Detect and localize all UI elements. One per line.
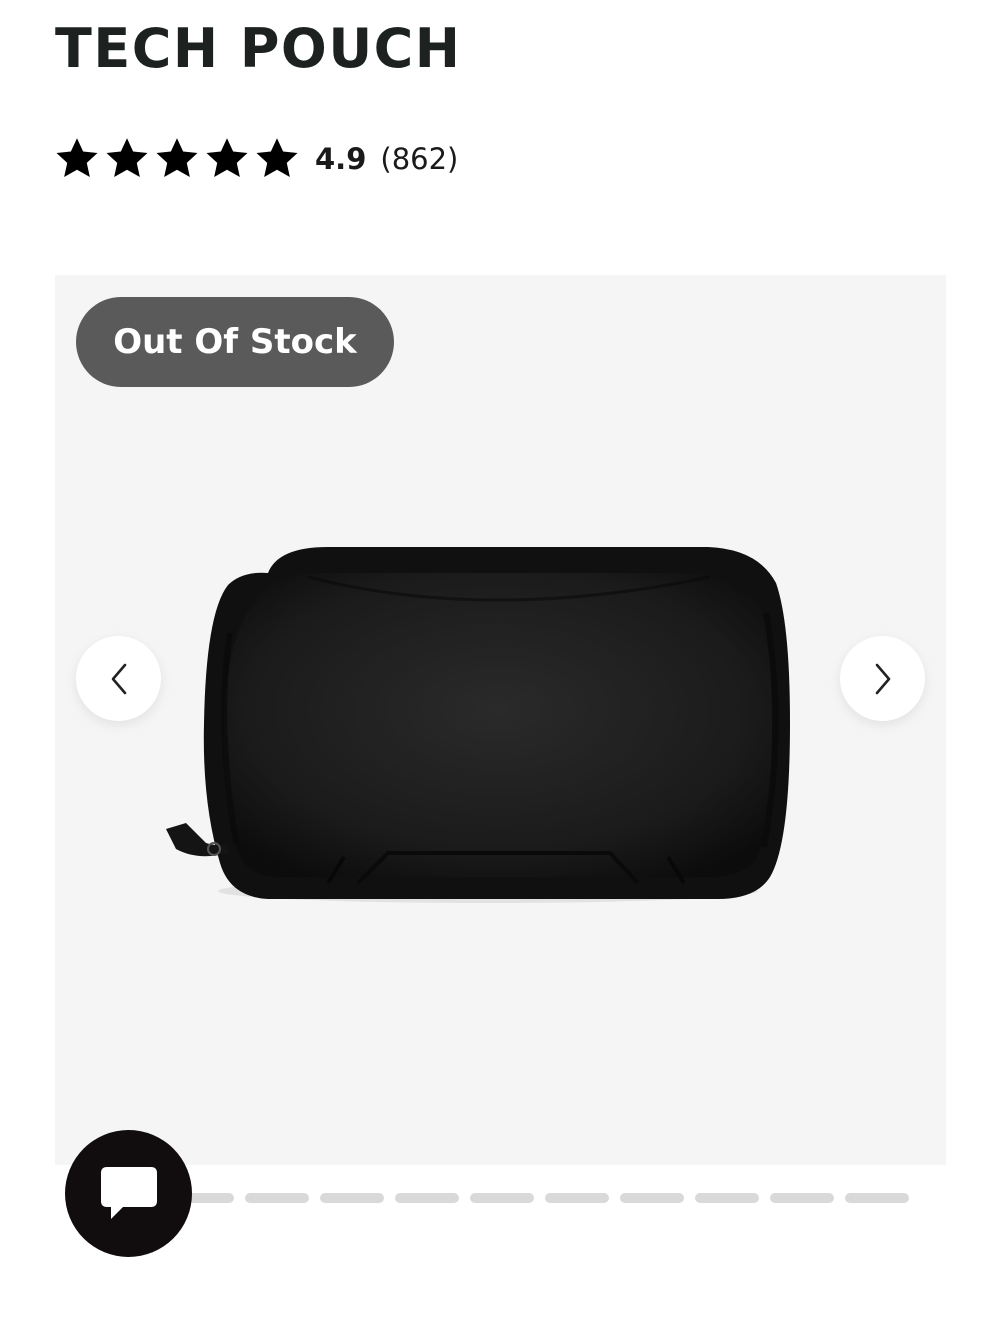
pagination-dot[interactable] (545, 1193, 609, 1203)
pagination-dot[interactable] (395, 1193, 459, 1203)
product-image (166, 547, 791, 903)
chevron-right-icon (875, 663, 890, 694)
pagination-dot[interactable] (620, 1193, 684, 1203)
pagination-dot[interactable] (245, 1193, 309, 1203)
chat-button[interactable] (65, 1130, 192, 1257)
pagination-dot[interactable] (320, 1193, 384, 1203)
rating-stars (54, 136, 300, 182)
pagination-dot[interactable] (770, 1193, 834, 1203)
star-icon (56, 138, 98, 178)
chat-bubble-icon (100, 1166, 157, 1219)
star-icon (256, 138, 298, 178)
star-icon (206, 138, 248, 178)
gallery-pagination (170, 1193, 909, 1203)
review-count[interactable]: (862) (380, 142, 458, 176)
pagination-dot[interactable] (845, 1193, 909, 1203)
star-icon (156, 138, 198, 178)
pagination-dot[interactable] (470, 1193, 534, 1203)
previous-image-button[interactable] (76, 636, 161, 721)
product-image-gallery[interactable]: Out Of Stock (55, 275, 946, 1165)
next-image-button[interactable] (840, 636, 925, 721)
chevron-left-icon (111, 663, 126, 694)
stock-status-badge: Out Of Stock (76, 297, 394, 387)
pagination-dot[interactable] (695, 1193, 759, 1203)
product-title: TECH POUCH (55, 17, 462, 80)
rating-value: 4.9 (315, 142, 367, 176)
star-icon (106, 138, 148, 178)
product-rating[interactable]: 4.9 (862) (54, 134, 458, 184)
